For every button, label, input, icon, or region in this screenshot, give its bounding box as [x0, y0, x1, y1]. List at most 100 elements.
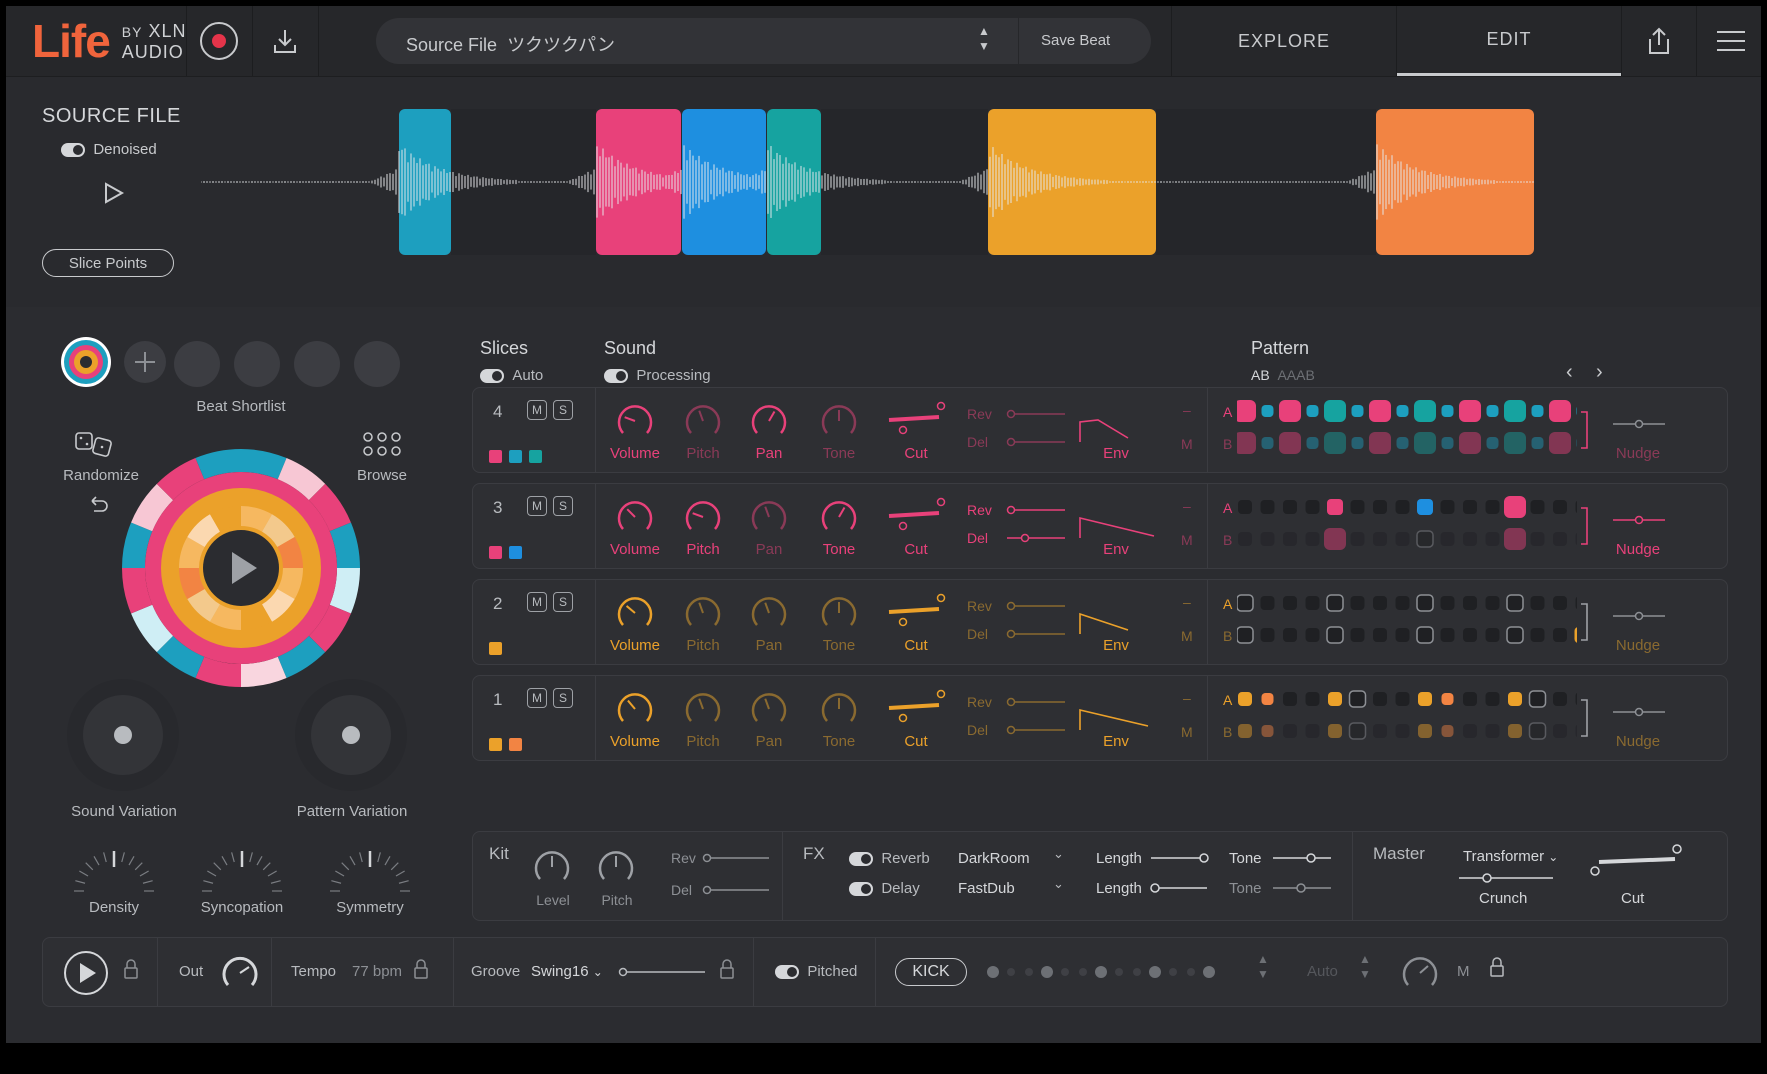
pattern-step[interactable]	[1485, 532, 1500, 546]
pattern-step[interactable]	[1416, 594, 1434, 612]
groove-amount-slider[interactable]	[617, 966, 707, 978]
pattern-step[interactable]	[1459, 400, 1481, 422]
denoised-toggle[interactable]: Denoised	[61, 141, 157, 158]
pattern-step[interactable]	[1506, 594, 1524, 612]
del-slider[interactable]	[1005, 628, 1067, 640]
envelope-graph[interactable]	[1078, 702, 1158, 732]
pitch-knob[interactable]	[682, 496, 724, 538]
pattern-step[interactable]	[1238, 692, 1252, 706]
pattern-step[interactable]	[1418, 692, 1432, 706]
pattern-step[interactable]	[1395, 628, 1410, 642]
pattern-step[interactable]	[1440, 500, 1455, 514]
volume-knob[interactable]	[614, 592, 656, 634]
pattern-step[interactable]	[1348, 722, 1367, 740]
pattern-step[interactable]	[1395, 692, 1410, 706]
pattern-step[interactable]	[1440, 532, 1455, 546]
pattern-step[interactable]	[1237, 432, 1256, 454]
undo-icon[interactable]	[88, 495, 110, 513]
pattern-step[interactable]	[1306, 405, 1319, 417]
pattern-step[interactable]	[1530, 532, 1545, 546]
cut-control[interactable]	[883, 496, 949, 536]
pattern-steps-b[interactable]	[1237, 526, 1577, 552]
kit-del-slider[interactable]	[701, 884, 771, 896]
nudge-slider[interactable]	[1611, 514, 1667, 526]
toggle-switch-icon[interactable]	[849, 852, 873, 867]
pattern-step[interactable]	[1553, 532, 1567, 546]
pattern-step[interactable]	[1504, 400, 1526, 422]
pattern-step[interactable]	[1395, 596, 1410, 610]
menu-button[interactable]	[1706, 16, 1756, 66]
lock-icon[interactable]	[413, 958, 429, 980]
pattern-step[interactable]	[1369, 432, 1391, 454]
pan-knob[interactable]	[748, 688, 790, 730]
kick-step[interactable]	[1115, 968, 1123, 976]
solo-button[interactable]: S	[553, 688, 573, 708]
kick-step[interactable]	[1095, 966, 1107, 978]
pattern-mode-selector[interactable]: AB AAAB	[1251, 367, 1315, 383]
pattern-step[interactable]	[1463, 500, 1477, 514]
rev-slider[interactable]	[1005, 696, 1067, 708]
syncopation-dial[interactable]	[196, 845, 288, 893]
pattern-step[interactable]	[1283, 596, 1297, 610]
nudge-slider[interactable]	[1611, 706, 1667, 718]
pattern-step[interactable]	[1531, 405, 1544, 417]
processing-toggle[interactable]: Processing	[604, 367, 711, 384]
pattern-step[interactable]	[1260, 596, 1275, 610]
master-effect-dropdown[interactable]: Transformer ⌄	[1463, 848, 1558, 865]
pattern-step[interactable]	[1261, 693, 1274, 705]
pattern-step[interactable]	[1485, 724, 1500, 738]
pattern-step[interactable]	[1486, 437, 1499, 449]
solo-button[interactable]: S	[553, 496, 573, 516]
kick-step[interactable]	[1025, 968, 1033, 976]
pattern-step[interactable]	[1306, 437, 1319, 449]
pattern-step[interactable]	[1531, 437, 1544, 449]
reverb-length-slider[interactable]	[1149, 852, 1211, 864]
pattern-step[interactable]	[1305, 532, 1320, 546]
kit-level-knob[interactable]	[531, 846, 573, 888]
pattern-step[interactable]	[1463, 692, 1477, 706]
pattern-next-icon[interactable]: ›	[1596, 361, 1603, 384]
pattern-step[interactable]	[1324, 400, 1346, 422]
pattern-step[interactable]	[1549, 432, 1571, 454]
pattern-step[interactable]	[1463, 596, 1477, 610]
pattern-step[interactable]	[1238, 532, 1252, 546]
pattern-step[interactable]	[1237, 626, 1254, 644]
pattern-step[interactable]	[1279, 432, 1301, 454]
pattern-step[interactable]	[1238, 500, 1252, 514]
pattern-step[interactable]	[1305, 724, 1320, 738]
cut-control[interactable]	[883, 592, 949, 632]
chevron-down-icon[interactable]: ⌄	[1053, 846, 1064, 862]
pattern-step[interactable]	[1328, 692, 1342, 706]
pattern-step[interactable]	[1237, 594, 1254, 612]
kick-step[interactable]	[1007, 968, 1015, 976]
pattern-step[interactable]	[1441, 693, 1454, 705]
pattern-step[interactable]	[1373, 532, 1387, 546]
groove-dropdown[interactable]: Swing16 ⌄	[531, 963, 603, 980]
tab-edit[interactable]: EDIT	[1397, 6, 1621, 76]
pattern-step[interactable]	[1440, 596, 1455, 610]
pattern-steps-b[interactable]	[1237, 622, 1577, 648]
volume-knob[interactable]	[614, 400, 656, 442]
shortlist-slot[interactable]	[294, 341, 340, 387]
pattern-step[interactable]	[1576, 437, 1578, 449]
cut-control[interactable]	[883, 688, 949, 728]
pattern-step[interactable]	[1373, 692, 1387, 706]
mute-button[interactable]: M	[527, 592, 547, 612]
slice-points-button[interactable]: Slice Points	[42, 249, 174, 277]
kick-step[interactable]	[1133, 968, 1141, 976]
pattern-step[interactable]	[1530, 628, 1545, 642]
pattern-step[interactable]	[1485, 596, 1500, 610]
pattern-step[interactable]	[1396, 405, 1409, 417]
source-stepper-icon[interactable]: ▲ ▼	[978, 24, 990, 54]
pattern-step[interactable]	[1504, 432, 1526, 454]
toggle-switch-icon[interactable]	[775, 965, 799, 980]
pattern-step[interactable]	[1575, 724, 1578, 738]
pattern-step[interactable]	[1441, 405, 1454, 417]
pitched-toggle[interactable]: Pitched	[775, 963, 857, 980]
nudge-slider[interactable]	[1611, 418, 1667, 430]
pattern-step[interactable]	[1441, 437, 1454, 449]
pattern-step[interactable]	[1396, 437, 1409, 449]
pan-knob[interactable]	[748, 592, 790, 634]
add-beat-button[interactable]	[118, 335, 172, 389]
shortlist-slot[interactable]	[354, 341, 400, 387]
